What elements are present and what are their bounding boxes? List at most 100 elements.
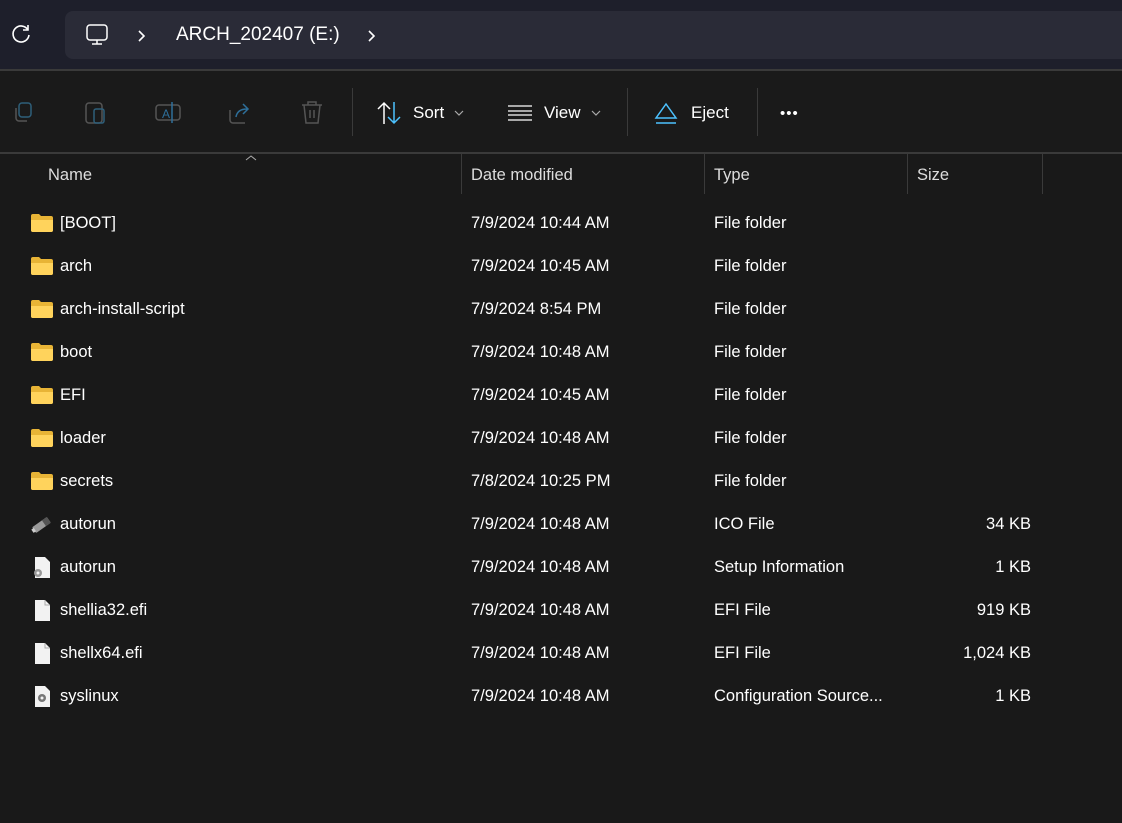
eject-label: Eject (691, 103, 729, 122)
divider (352, 88, 353, 136)
file-row[interactable]: secrets 7/8/2024 10:25 PM File folder (0, 462, 1122, 502)
file-size: 34 KB (986, 515, 1031, 533)
column-header-type[interactable]: Type (714, 166, 750, 185)
column-resize-handle[interactable] (704, 154, 705, 194)
file-type: File folder (714, 257, 787, 275)
file-date: 7/9/2024 10:48 AM (471, 343, 610, 361)
column-resize-handle[interactable] (1042, 154, 1043, 194)
file-name: arch (60, 257, 93, 275)
address-bar-area: ARCH_202407 (E:) (0, 0, 1122, 70)
view-list-icon (508, 105, 532, 121)
file-type: File folder (714, 472, 787, 490)
file-date: 7/9/2024 10:48 AM (471, 429, 610, 447)
column-header-date[interactable]: Date modified (471, 166, 573, 185)
file-type: File folder (714, 429, 787, 447)
column-header-name[interactable]: Name (48, 166, 92, 185)
file-type: File folder (714, 300, 787, 318)
file-row[interactable]: EFI 7/9/2024 10:45 AM File folder (0, 376, 1122, 416)
file-type: EFI File (714, 644, 771, 662)
sort-ascending-icon (245, 155, 257, 161)
setup-file-icon (34, 557, 50, 578)
file-row[interactable]: shellx64.efi 7/9/2024 10:48 AM EFI File … (0, 634, 1122, 674)
sort-icon (377, 101, 401, 125)
eject-icon (654, 102, 678, 124)
file-date: 7/9/2024 8:54 PM (471, 300, 602, 318)
file-date: 7/9/2024 10:48 AM (471, 601, 610, 619)
file-name: syslinux (60, 687, 119, 705)
breadcrumb[interactable]: ARCH_202407 (E:) (65, 11, 1122, 59)
file-row[interactable]: arch 7/9/2024 10:45 AM File folder (0, 247, 1122, 287)
file-row[interactable]: [BOOT] 7/9/2024 10:44 AM File folder (0, 204, 1122, 244)
breadcrumb-drive[interactable]: ARCH_202407 (E:) (176, 24, 340, 46)
divider (627, 88, 628, 136)
divider (0, 152, 1122, 154)
file-type: File folder (714, 386, 787, 404)
file-row[interactable]: boot 7/9/2024 10:48 AM File folder (0, 333, 1122, 373)
column-resize-handle[interactable] (461, 154, 462, 194)
file-date: 7/8/2024 10:25 PM (471, 472, 611, 490)
refresh-icon[interactable] (8, 22, 34, 48)
file-name: shellx64.efi (60, 644, 143, 662)
file-size: 1 KB (995, 687, 1031, 705)
chevron-right-icon[interactable] (137, 29, 147, 43)
file-icon (35, 600, 50, 621)
file-row[interactable]: loader 7/9/2024 10:48 AM File folder (0, 419, 1122, 459)
file-date: 7/9/2024 10:44 AM (471, 214, 610, 232)
copy-icon[interactable] (10, 98, 38, 126)
delete-icon[interactable] (298, 98, 326, 126)
file-size: 919 KB (976, 601, 1031, 619)
sort-button[interactable]: Sort (376, 99, 464, 127)
file-size: 1 KB (995, 558, 1031, 576)
file-name: secrets (60, 472, 114, 490)
rename-icon[interactable]: A (154, 98, 182, 126)
config-file-icon (35, 686, 50, 707)
paste-icon[interactable] (82, 98, 110, 126)
file-name: autorun (60, 558, 116, 576)
file-name: [BOOT] (60, 214, 116, 232)
svg-text:A: A (162, 107, 170, 121)
file-name: boot (60, 343, 93, 361)
file-row[interactable]: syslinux 7/9/2024 10:48 AM Configuration… (0, 677, 1122, 717)
file-name: arch-install-script (60, 300, 185, 318)
more-options-button[interactable]: ••• (780, 99, 799, 127)
folder-icon (31, 386, 53, 404)
file-date: 7/9/2024 10:45 AM (471, 257, 610, 275)
folder-icon (31, 472, 53, 490)
file-name: EFI (60, 386, 86, 404)
folder-icon (31, 257, 53, 275)
usb-drive-icon (31, 516, 51, 533)
folder-icon (31, 214, 53, 232)
file-type: Configuration Source... (714, 687, 883, 705)
file-date: 7/9/2024 10:48 AM (471, 515, 610, 533)
file-row[interactable]: autorun 7/9/2024 10:48 AM Setup Informat… (0, 548, 1122, 588)
file-date: 7/9/2024 10:45 AM (471, 386, 610, 404)
file-row[interactable]: arch-install-script 7/9/2024 8:54 PM Fil… (0, 290, 1122, 330)
file-type: File folder (714, 343, 787, 361)
share-icon[interactable] (226, 98, 254, 126)
file-name: shellia32.efi (60, 601, 148, 619)
folder-icon (31, 429, 53, 447)
chevron-down-icon (454, 110, 464, 116)
command-bar: A Sort View Eject ••• (0, 71, 1122, 153)
chevron-right-icon[interactable] (367, 29, 377, 43)
file-icon (35, 643, 50, 664)
file-type: Setup Information (714, 558, 845, 576)
computer-icon[interactable] (85, 23, 109, 47)
file-date: 7/9/2024 10:48 AM (471, 644, 610, 662)
file-date: 7/9/2024 10:48 AM (471, 687, 610, 705)
column-header-size[interactable]: Size (917, 166, 949, 185)
file-name: autorun (60, 515, 116, 533)
file-date: 7/9/2024 10:48 AM (471, 558, 610, 576)
file-type: ICO File (714, 515, 775, 533)
file-size: 1,024 KB (963, 644, 1031, 662)
file-row[interactable]: autorun 7/9/2024 10:48 AM ICO File 34 KB (0, 505, 1122, 545)
file-type: EFI File (714, 601, 771, 619)
file-row[interactable]: shellia32.efi 7/9/2024 10:48 AM EFI File… (0, 591, 1122, 631)
column-resize-handle[interactable] (907, 154, 908, 194)
folder-icon (31, 343, 53, 361)
sort-label: Sort (413, 103, 445, 122)
view-button[interactable]: View (508, 99, 601, 127)
eject-button[interactable]: Eject (654, 99, 729, 127)
file-type: File folder (714, 214, 787, 232)
view-label: View (544, 103, 581, 122)
